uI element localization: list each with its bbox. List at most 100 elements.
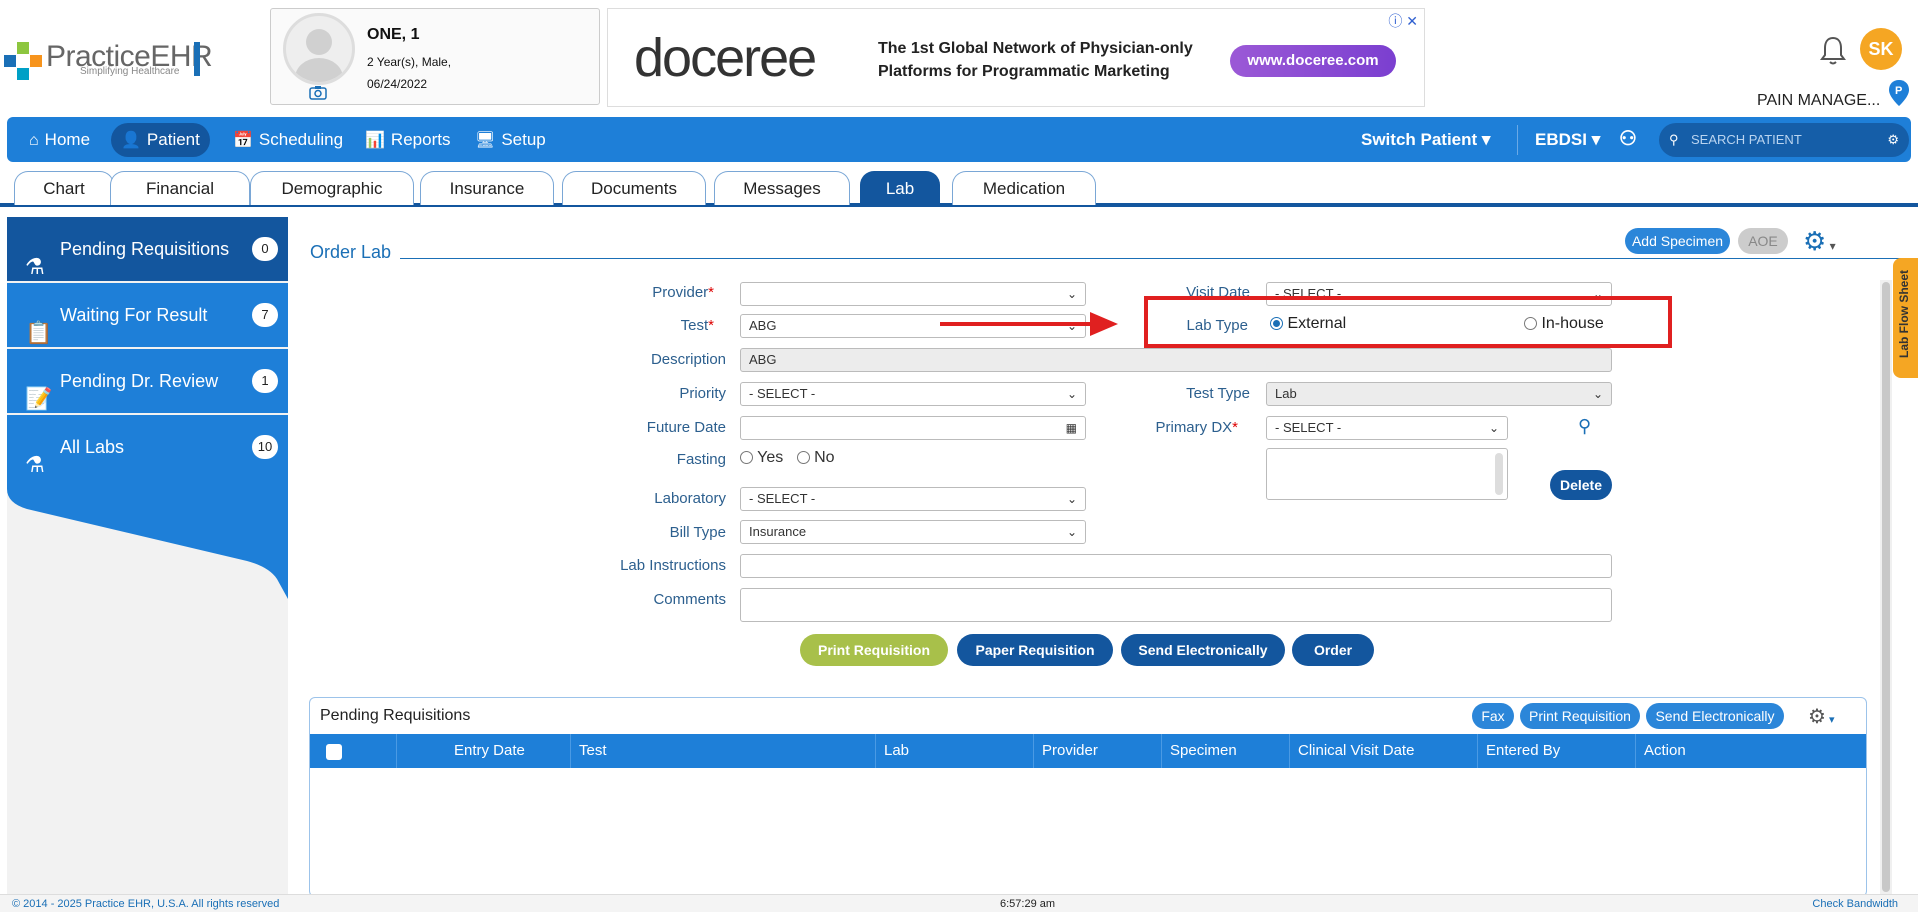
delete-button[interactable]: Delete <box>1550 470 1612 500</box>
column-entered-by[interactable]: Entered By <box>1477 734 1635 768</box>
gear-icon[interactable]: ⚙ ▾ <box>1808 704 1835 729</box>
add-user-icon[interactable]: ⚇ <box>1619 117 1637 162</box>
bill-type-select[interactable]: Insurance ⌄ <box>740 520 1086 544</box>
tab-medication[interactable]: Medication <box>952 171 1096 205</box>
search-patient-input[interactable]: ⚲ SEARCH PATIENT ⚙ <box>1659 123 1909 157</box>
column-clinical-visit-date[interactable]: Clinical Visit Date <box>1289 734 1477 768</box>
column-lab[interactable]: Lab <box>875 734 1033 768</box>
nav-setup-label: Setup <box>501 130 546 149</box>
fax-button[interactable]: Fax <box>1472 703 1514 729</box>
nav-setup[interactable]: 🖥 Setup <box>465 123 556 157</box>
fasting-no-radio[interactable] <box>796 451 810 465</box>
switch-patient-dropdown[interactable]: Switch Patient ▾ <box>1361 117 1490 162</box>
tab-demographic[interactable]: Demographic <box>250 171 414 205</box>
dx-search-icon[interactable]: ⚲ <box>1578 416 1591 437</box>
comments-input[interactable] <box>740 588 1612 622</box>
check-bandwidth-link[interactable]: Check Bandwidth <box>1812 898 1898 910</box>
send-electronically-button[interactable]: Send Electronically <box>1121 634 1285 666</box>
sidebar-item-waiting-for-result[interactable]: 📋 Waiting For Result 7 <box>7 283 288 347</box>
pending-print-requisition-button[interactable]: Print Requisition <box>1520 703 1640 729</box>
count-badge: 0 <box>252 237 278 261</box>
lab-type-external-option[interactable]: External <box>1270 315 1346 333</box>
tab-documents[interactable]: Documents <box>562 171 706 205</box>
nav-reports[interactable]: 📊 Reports <box>355 123 460 157</box>
blank-column <box>396 734 432 768</box>
priority-label: Priority <box>679 385 726 402</box>
future-date-input[interactable]: ▦ <box>740 416 1086 440</box>
practice-name[interactable]: PAIN MANAGE... <box>1757 92 1880 110</box>
ad-banner[interactable]: doceree The 1st Global Network of Physic… <box>607 8 1425 107</box>
nav-patient[interactable]: 👤 Patient <box>111 123 210 157</box>
select-all-checkbox[interactable] <box>326 744 342 760</box>
svg-text:P: P <box>1895 85 1902 97</box>
tab-chart[interactable]: Chart <box>14 171 114 205</box>
sidebar-item-pending-dr-review[interactable]: 📝 Pending Dr. Review 1 <box>7 349 288 413</box>
search-placeholder: SEARCH PATIENT <box>1691 132 1802 147</box>
fasting-no-label: No <box>814 449 835 466</box>
column-provider[interactable]: Provider <box>1033 734 1161 768</box>
laboratory-select[interactable]: - SELECT - ⌄ <box>740 487 1086 511</box>
sidebar-item-all-labs[interactable]: ⚗ All Labs 10 <box>7 415 288 479</box>
gear-icon[interactable]: ⚙ ▾ <box>1803 226 1836 257</box>
scrollbar-thumb[interactable] <box>1882 282 1890 892</box>
nav-home[interactable]: ⌂ Home <box>19 123 100 157</box>
ad-close-icon[interactable]: ⓘ ✕ <box>1388 11 1418 31</box>
filter-sliders-icon[interactable]: ⚙ <box>1887 123 1899 157</box>
pending-send-electronically-button[interactable]: Send Electronically <box>1646 703 1784 729</box>
lab-flow-sheet-label: Lab Flow Sheet <box>1897 269 1911 358</box>
count-badge: 7 <box>252 303 278 327</box>
title-divider <box>400 258 1910 259</box>
patient-card[interactable]: ONE, 1 2 Year(s), Male, 06/24/2022 <box>270 8 600 105</box>
patient-tabs: Chart Financial Demographic Insurance Do… <box>0 167 1918 207</box>
sidebar-item-pending-requisitions[interactable]: ⚗ Pending Requisitions 0 <box>7 217 288 281</box>
column-specimen[interactable]: Specimen <box>1161 734 1289 768</box>
nav-scheduling[interactable]: 📅 Scheduling <box>223 123 353 157</box>
priority-select[interactable]: - SELECT - ⌄ <box>740 382 1086 406</box>
test-type-select[interactable]: Lab ⌄ <box>1266 382 1612 406</box>
practice-ehr-logo[interactable]: PracticeEHR Simplifying Healthcare <box>4 38 213 82</box>
dx-list-scrollbar[interactable] <box>1495 453 1503 495</box>
tab-messages[interactable]: Messages <box>714 171 850 205</box>
location-pin-icon[interactable]: P <box>1889 80 1909 106</box>
home-icon: ⌂ <box>29 132 39 149</box>
chevron-down-icon: ⌄ <box>1066 525 1077 539</box>
org-dropdown[interactable]: EBDSI ▾ <box>1535 117 1600 162</box>
nav-divider <box>1517 125 1518 155</box>
tab-financial[interactable]: Financial <box>110 171 250 205</box>
lab-flow-sheet-tab[interactable]: Lab Flow Sheet <box>1893 258 1918 378</box>
patient-dob: 06/24/2022 <box>367 77 428 91</box>
fasting-yes-radio[interactable] <box>740 451 753 465</box>
bill-type-label: Bill Type <box>669 524 726 541</box>
count-badge: 10 <box>252 435 278 459</box>
lab-type-inhouse-option[interactable]: In-house <box>1524 315 1604 333</box>
column-test[interactable]: Test <box>570 734 862 768</box>
lab-sidebar: ⚗ Pending Requisitions 0 📋 Waiting For R… <box>7 217 288 897</box>
provider-select[interactable]: ⌄ <box>740 282 1086 306</box>
ad-url-button[interactable]: www.doceree.com <box>1230 45 1396 77</box>
tab-insurance[interactable]: Insurance <box>420 171 554 205</box>
column-action[interactable]: Action <box>1635 734 1866 768</box>
fasting-yes-label: Yes <box>757 449 784 466</box>
notification-bell-icon[interactable] <box>1818 34 1848 73</box>
camera-icon[interactable] <box>309 85 327 105</box>
tab-lab[interactable]: Lab <box>860 171 940 205</box>
sidebar-item-label: Waiting For Result <box>60 305 208 325</box>
column-entry-date[interactable]: Entry Date <box>446 734 550 768</box>
add-specimen-button[interactable]: Add Specimen <box>1625 228 1730 254</box>
sidebar-item-label: Pending Dr. Review <box>60 371 219 391</box>
patient-age-sex: 2 Year(s), Male, <box>367 55 452 69</box>
org-label: EBDSI <box>1535 130 1587 149</box>
lab-type-external-radio[interactable] <box>1270 317 1283 331</box>
page-scrollbar[interactable] <box>1880 280 1892 896</box>
lab-instructions-input[interactable] <box>740 554 1612 578</box>
dx-list-box[interactable] <box>1266 448 1508 500</box>
paper-requisition-button[interactable]: Paper Requisition <box>957 634 1113 666</box>
lab-type-inhouse-radio[interactable] <box>1524 317 1537 331</box>
main-navbar: ⌂ Home 👤 Patient 📅 Scheduling 📊 Reports 🖥 Set… <box>7 117 1911 162</box>
print-requisition-button[interactable]: Print Requisition <box>800 634 948 666</box>
order-button[interactable]: Order <box>1292 634 1374 666</box>
nav-scheduling-label: Scheduling <box>258 130 344 149</box>
primary-dx-select[interactable]: - SELECT - ⌄ <box>1266 416 1508 440</box>
aoe-button[interactable]: AOE <box>1738 228 1788 254</box>
user-avatar[interactable]: SK <box>1860 28 1902 70</box>
